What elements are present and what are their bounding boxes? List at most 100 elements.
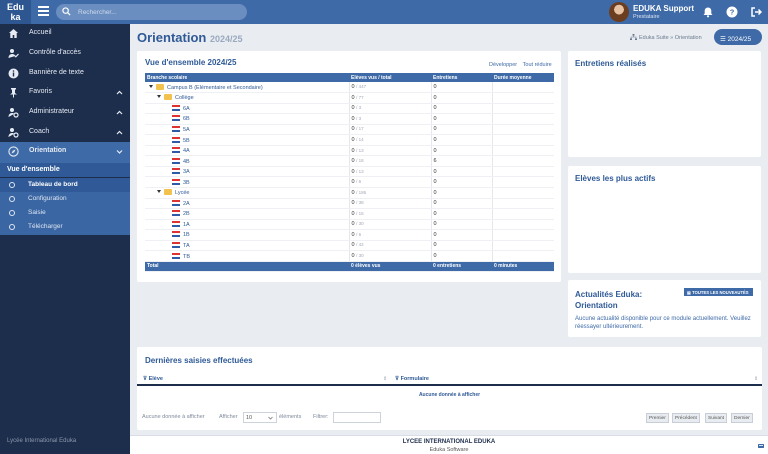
sort-icon[interactable]: ⇕ [754, 376, 758, 382]
table-row[interactable]: 2A 0 / 38 0 [145, 198, 554, 210]
table-total-row: Total 0 élèves vus 0 entretiens 0 minute… [145, 261, 554, 272]
sidebar-item-controle-acces[interactable]: Contrôle d'accès [0, 44, 130, 63]
sidebar-item-accueil[interactable]: Accueil [0, 24, 130, 43]
bell-icon[interactable] [702, 6, 714, 18]
search-box[interactable] [56, 4, 247, 20]
collapse-all-link[interactable]: Tout réduire [523, 62, 552, 68]
table-row[interactable]: TB 0 / 30 0 [145, 250, 554, 262]
branch-cell[interactable]: 6A [145, 103, 349, 115]
branch-name: Lycée [175, 190, 190, 197]
filter-input[interactable] [333, 412, 381, 423]
table-row[interactable]: 5A 0 / 17 0 [145, 124, 554, 136]
table-row[interactable]: Campus B (Elémentaire et Secondaire) 0 / … [145, 82, 554, 94]
previous-page-button[interactable]: Précédent [672, 413, 700, 423]
sidebar-footer: Lycée International Eduka [7, 438, 77, 444]
interviews-cell: 0 [430, 187, 492, 199]
col-eleve-header[interactable]: ⊽ Elève [143, 376, 163, 382]
user-check-icon [8, 49, 19, 58]
table-row[interactable]: 6A 0 / 30 [145, 103, 554, 115]
table-row[interactable]: 4B 0 / 18 6 [145, 155, 554, 167]
branch-cell[interactable]: 2B [145, 208, 349, 220]
col-formulaire-header[interactable]: ⊽ Formulaire [395, 376, 429, 382]
branch-cell[interactable]: 2A [145, 198, 349, 210]
year-selector-button[interactable]: ☰ 2024/25 [714, 29, 762, 45]
interviews-cell: 0 [430, 166, 492, 178]
seen-cell: 0 / 77 [348, 92, 431, 104]
table-row[interactable]: 3A 0 / 13 0 [145, 166, 554, 178]
table-row[interactable]: 3B 0 / 60 [145, 176, 554, 188]
table-row[interactable]: 2B 0 / 15 0 [145, 208, 554, 220]
last-page-button[interactable]: Dernier [731, 413, 753, 423]
expand-all-link[interactable]: Développer [489, 62, 517, 68]
sidebar-item-orientation[interactable]: Orientation [0, 142, 130, 163]
seen-total: / 3 [356, 105, 362, 111]
page-size-select[interactable]: 10 [243, 412, 277, 423]
seen-count: 0 [351, 115, 355, 122]
user-name[interactable]: EDUKA Support [633, 4, 694, 13]
interviews-cell: 0 [430, 103, 492, 115]
table-row[interactable]: Collège 0 / 77 0 [145, 92, 554, 104]
duration-cell [491, 124, 554, 136]
branch-cell[interactable]: 3B [145, 176, 349, 188]
branch-cell[interactable]: 5A [145, 124, 349, 136]
table-row[interactable]: 6B 0 / 30 [145, 113, 554, 125]
branch-cell[interactable]: TA [145, 240, 349, 252]
branch-cell[interactable]: TB [145, 250, 349, 262]
table-row[interactable]: TA 0 / 42 0 [145, 240, 554, 252]
table-row[interactable]: 5B 0 / 14 0 [145, 134, 554, 146]
sidebar-subitem-configuration[interactable]: Configuration [0, 192, 130, 206]
keyboard-icon[interactable] [758, 443, 764, 449]
breadcrumb[interactable]: Eduka Suite » Orientation [630, 34, 702, 41]
interviews-cell: 0 [430, 113, 492, 125]
sidebar-item-banniere[interactable]: Bannière de texte [0, 64, 130, 83]
search-input[interactable] [78, 6, 238, 18]
branch-cell[interactable]: 1A [145, 219, 349, 231]
branch-cell[interactable]: Lycée [145, 187, 349, 199]
branch-cell[interactable]: Campus B (Elémentaire et Secondaire) [145, 82, 349, 94]
duration-cell [491, 208, 554, 220]
sidebar-item-favoris[interactable]: Favoris [0, 83, 130, 102]
class-flag-icon [172, 210, 180, 217]
seen-total: / 13 [356, 147, 364, 153]
branch-cell[interactable]: 4A [145, 145, 349, 157]
first-page-button[interactable]: Premier [646, 413, 669, 423]
sort-icon[interactable]: ⇕ [383, 376, 387, 382]
expand-caret-icon[interactable] [157, 95, 161, 99]
interviews-cell: 0 [430, 250, 492, 262]
circle-icon [9, 210, 15, 216]
total-seen: 0 élèves vus [349, 261, 431, 272]
sidebar-item-label: Accueil [29, 29, 52, 36]
expand-caret-icon[interactable] [149, 84, 153, 88]
sidebar-item-coach[interactable]: Coach [0, 123, 130, 142]
branch-name: 1A [183, 221, 190, 228]
expand-caret-icon[interactable] [157, 190, 161, 194]
sidebar-subitem-saisie[interactable]: Saisie [0, 206, 130, 220]
interviews-cell: 0 [430, 229, 492, 241]
table-row[interactable]: 4A 0 / 13 0 [145, 145, 554, 157]
table-row[interactable]: 1A 0 / 30 0 [145, 219, 554, 231]
entries-label: éléments [279, 414, 302, 420]
sitemap-icon [630, 34, 637, 40]
next-page-button[interactable]: Suivant [705, 413, 727, 423]
menu-toggle-icon[interactable] [38, 6, 49, 18]
help-icon[interactable]: ? [726, 6, 738, 18]
seen-count: 0 [351, 126, 355, 133]
seen-cell: 0 / 17 [348, 124, 431, 136]
table-row[interactable]: Lycée 0 / 186 0 [145, 187, 554, 199]
branch-cell[interactable]: Collège [145, 92, 349, 104]
news-title: Actualités Eduka: Orientation [575, 289, 642, 311]
all-news-button[interactable]: ▤ TOUTES LES NOUVEAUTÉS [684, 288, 753, 296]
sidebar-item-administrateur[interactable]: Administrateur [0, 103, 130, 122]
branch-cell[interactable]: 3A [145, 166, 349, 178]
avatar[interactable] [609, 2, 629, 22]
eduka-logo[interactable]: Edu ka [0, 0, 31, 24]
table-row[interactable]: 1B 0 / 60 [145, 229, 554, 241]
branch-cell[interactable]: 4B [145, 155, 349, 167]
sidebar-subitem-telecharger[interactable]: Télécharger [0, 220, 130, 235]
branch-cell[interactable]: 1B [145, 229, 349, 241]
branch-cell[interactable]: 5B [145, 134, 349, 146]
sidebar-subitem-tableau-de-bord[interactable]: Tableau de bord [0, 178, 130, 192]
branch-cell[interactable]: 6B [145, 113, 349, 125]
logout-icon[interactable] [750, 6, 762, 18]
duration-cell [491, 198, 554, 210]
